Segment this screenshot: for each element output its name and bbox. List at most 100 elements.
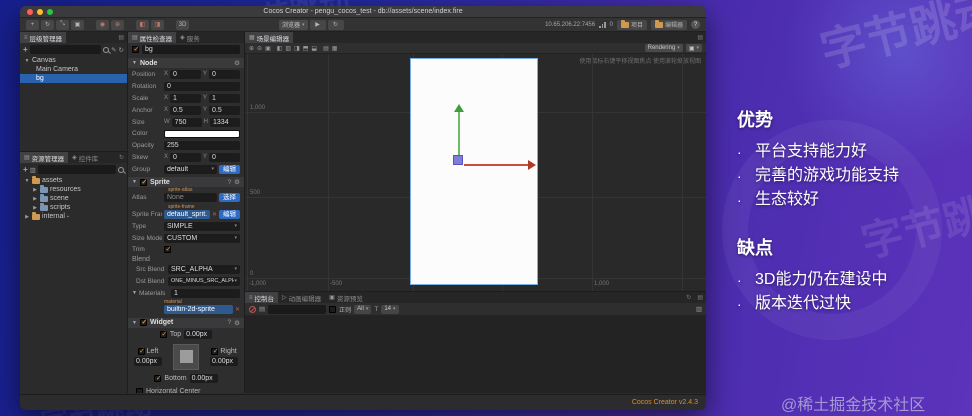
widget-top-checkbox[interactable] [159,330,167,338]
widget-section-header[interactable]: ▼ Widget ? ⚙ [128,317,244,328]
chevron-down-icon[interactable]: ▼ [24,178,30,184]
tab-properties[interactable]: ▤ 属性检查器 [128,32,177,43]
help-icon[interactable]: ? [228,319,232,326]
open-editor-folder-button[interactable]: 编辑器 [650,19,687,30]
size-h-field[interactable]: 1334 [210,117,241,127]
widget-enabled-checkbox[interactable] [139,318,147,326]
asset-folder-scripts[interactable]: ▶ scripts [20,202,127,212]
sprite-frame-edit-button[interactable]: 编辑 [219,209,240,219]
widget-top-field[interactable]: 0.00px [184,330,213,339]
filter-icon[interactable]: ▥ [30,166,36,174]
zoom-in-icon[interactable]: ⊕ [249,45,254,52]
sprite-frame-field[interactable]: default_sprit... [164,209,210,219]
align-center-icon[interactable]: ▥ [285,45,291,52]
tab-hierarchy[interactable]: ≡ 层级管理器 [20,32,67,43]
minimize-window-button[interactable] [37,9,43,15]
asset-folder-scene[interactable]: ▶ scene [20,193,127,203]
close-window-button[interactable] [27,9,33,15]
materials-count-field[interactable]: 1 [170,288,240,298]
chevron-right-icon[interactable]: ▶ [32,196,38,202]
sprite-section-header[interactable]: ▼ Sprite ? ⚙ [128,177,244,187]
src-blend-dropdown[interactable]: SRC_ALPHA ▾ [168,264,240,274]
widget-bottom-checkbox[interactable] [154,374,162,382]
mode-3d-button[interactable]: 3D [176,19,189,30]
rotation-field[interactable]: 0 [164,81,240,91]
size-mode-dropdown[interactable]: CUSTOM ▾ [164,233,240,243]
help-button[interactable]: ? [691,20,700,29]
align-bottom-icon[interactable]: ⬓ [311,45,317,52]
tree-node-bg[interactable]: bg [20,74,127,83]
distribute-h-icon[interactable]: ▤ [323,45,329,52]
atlas-select-button[interactable]: 选择 [219,193,240,202]
clear-icon[interactable]: ✕ [212,211,217,218]
zoom-out-icon[interactable]: ⊖ [257,45,262,52]
distribute-v-icon[interactable]: ▦ [332,45,338,52]
clear-icon[interactable]: ✕ [235,306,240,313]
group-dropdown[interactable]: default ▾ [164,164,217,174]
scale-y-field[interactable]: 1 [209,93,240,103]
tab-assets[interactable]: ▤ 资源管理器 [20,152,69,163]
asset-folder-resources[interactable]: ▶ resources [20,184,127,194]
tab-widget-library[interactable]: ◈ 控件库 [68,152,102,163]
color-swatch[interactable] [164,129,240,138]
node-active-checkbox[interactable] [132,45,139,53]
gizmo-center-handle[interactable] [453,155,463,165]
edit-icon[interactable]: ✎ [111,46,116,54]
chevron-right-icon[interactable]: ▶ [24,214,30,220]
rendering-dropdown[interactable]: Rendering ▾ [644,44,683,52]
node-section-header[interactable]: ▼ Node ⚙ [128,58,244,68]
local-coord-button[interactable]: ◧ [136,19,149,30]
scale-x-field[interactable]: 1 [170,93,201,103]
tab-animation-editor[interactable]: ▷ 动画编辑器 [278,292,325,303]
scale-tool-button[interactable]: ⤡ [56,19,69,30]
chevron-down-icon[interactable]: ▼ [24,58,30,64]
font-size-dropdown[interactable]: 14 ▾ [381,304,399,314]
panel-menu-icon[interactable]: ▤ [115,32,127,43]
widget-bottom-field[interactable]: 0.00px [189,374,218,383]
size-w-field[interactable]: 750 [171,117,202,127]
pivot-toggle-button[interactable]: ◉ [96,19,109,30]
atlas-field[interactable]: None [164,193,217,202]
tab-console[interactable]: ≡ 控制台 [245,292,279,303]
refresh-button[interactable]: ↻ [327,19,344,30]
sprite-enabled-checkbox[interactable] [139,178,147,186]
skew-y-field[interactable]: 0 [209,152,240,162]
search-icon[interactable] [118,166,124,173]
gizmo-y-axis[interactable] [458,112,460,157]
gizmo-x-axis[interactable] [464,164,528,166]
tab-scene-editor[interactable]: ▦ 场景编辑器 [245,32,294,43]
widget-left-field[interactable]: 0.00px [134,356,162,366]
anchor-toggle-button[interactable]: ⊕ [111,19,124,30]
clear-console-button[interactable] [249,305,256,313]
widget-right-field[interactable]: 0.00px [210,356,238,366]
console-settings-icon[interactable]: ▥ [696,305,702,313]
tab-asset-preview[interactable]: ▣ 资源预览 [325,292,367,303]
material-field[interactable]: builtin-2d-sprite [164,305,233,314]
asset-folder-internal[interactable]: ▶ internal ▪ [20,211,127,221]
help-icon[interactable]: ? [228,179,232,186]
search-icon[interactable] [103,46,110,53]
play-button[interactable]: ▶ [309,19,326,30]
gizmo-x-arrow-icon[interactable] [528,160,536,170]
node-name-input[interactable]: bg [142,45,240,54]
chevron-right-icon[interactable]: ▶ [32,187,38,193]
dst-blend-dropdown[interactable]: ONE_MINUS_SRC_ALPHA ▾ [168,276,240,286]
tree-node-main-camera[interactable]: Main Camera [20,65,127,74]
anchor-x-field[interactable]: 0.5 [170,105,201,115]
gear-icon[interactable]: ⚙ [234,319,240,327]
log-level-dropdown[interactable]: All ▾ [354,304,372,314]
world-coord-button[interactable]: ◨ [151,19,164,30]
skew-x-field[interactable]: 0 [170,152,201,162]
anchor-y-field[interactable]: 0.5 [209,105,240,115]
trim-checkbox[interactable] [164,245,171,253]
collapse-logs-icon[interactable]: ▤ [259,305,265,313]
horizontal-center-checkbox[interactable] [136,388,143,393]
move-tool-button[interactable]: + [26,19,39,30]
preview-target-dropdown[interactable]: 浏览器 ▾ [279,19,308,30]
panel-menu-icon[interactable]: ▤ [694,292,706,303]
widget-right-checkbox[interactable] [211,347,219,355]
console-output[interactable] [245,316,706,393]
align-top-icon[interactable]: ⬒ [303,45,309,52]
rotate-tool-button[interactable]: ↻ [41,19,54,30]
rect-tool-button[interactable]: ▣ [71,19,84,30]
